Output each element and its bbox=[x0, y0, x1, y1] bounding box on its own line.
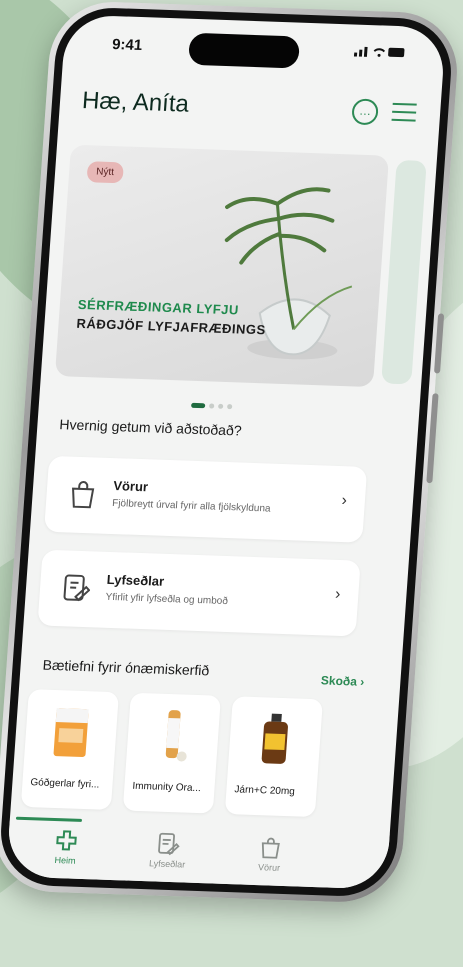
carousel-dots bbox=[190, 395, 237, 415]
product-image bbox=[53, 708, 89, 757]
carousel-dot[interactable] bbox=[217, 403, 224, 409]
product-card[interactable]: Góðgerlar fyri... bbox=[20, 689, 119, 810]
products-card-subtitle: Fjölbreytt úrval fyrir alla fjölskylduna bbox=[111, 498, 271, 515]
product-card[interactable]: Immunity Ora... bbox=[122, 692, 221, 814]
prescription-icon bbox=[158, 832, 180, 856]
greeting-title: Hæ, Aníta bbox=[81, 87, 190, 118]
prescriptions-card[interactable]: Lyfseðlar Yfirlit yfir lyfseðla og umboð… bbox=[37, 549, 361, 637]
hero-headline-dark: RÁÐGJÖF LYFJAFRÆÐINGS bbox=[76, 315, 267, 338]
prescription-icon bbox=[63, 574, 91, 602]
product-name: Góðgerlar fyri... bbox=[30, 777, 100, 791]
shopping-bag-icon bbox=[72, 481, 95, 509]
tab-prescriptions[interactable]: Lyfseðlar bbox=[127, 831, 210, 871]
see-all-link[interactable]: Skoða › bbox=[320, 673, 364, 688]
see-all-label: Skoða bbox=[320, 673, 358, 689]
products-card[interactable]: Vörur Fjölbreytt úrval fyrir alla fjölsk… bbox=[44, 455, 368, 543]
next-banner-peek[interactable] bbox=[381, 159, 427, 385]
tab-home[interactable]: Heim bbox=[25, 827, 108, 867]
product-image bbox=[165, 710, 187, 762]
dynamic-island bbox=[187, 32, 301, 69]
app-screen: 9:41 Hæ, Aníta … Nýtt SÉRFRÆÐINGAR LYFJU… bbox=[5, 14, 447, 890]
tab-products-label: Vörur bbox=[257, 862, 281, 873]
chevron-right-icon: › bbox=[340, 492, 348, 510]
hero-banner[interactable]: Nýtt SÉRFRÆÐINGAR LYFJU RÁÐGJÖF LYFJAFRÆ… bbox=[54, 144, 390, 388]
tab-prescriptions-label: Lyfseðlar bbox=[148, 858, 186, 870]
product-name: Immunity Ora... bbox=[132, 780, 202, 795]
plant-image bbox=[224, 187, 353, 360]
chevron-right-icon: › bbox=[334, 585, 341, 603]
chat-icon[interactable]: … bbox=[351, 98, 379, 126]
signal-wifi-battery-icon bbox=[353, 44, 407, 61]
carousel-dot[interactable] bbox=[190, 402, 206, 409]
prescriptions-card-subtitle: Yfirlit yfir lyfseðla og umboð bbox=[105, 591, 229, 608]
product-image bbox=[261, 713, 288, 764]
shopping-bag-icon bbox=[261, 837, 280, 859]
products-card-title: Vörur bbox=[112, 478, 149, 495]
tab-products[interactable]: Vörur bbox=[229, 834, 312, 874]
pharmacy-cross-icon bbox=[56, 830, 77, 851]
prescriptions-card-title: Lyfseðlar bbox=[106, 571, 165, 589]
carousel-dot[interactable] bbox=[226, 404, 233, 410]
carousel-dot[interactable] bbox=[208, 403, 215, 409]
new-badge: Nýtt bbox=[86, 161, 124, 184]
help-section-title: Hvernig getum við aðstoðað? bbox=[58, 416, 243, 439]
status-time: 9:41 bbox=[111, 36, 143, 55]
phone-mockup: 9:41 Hæ, Aníta … Nýtt SÉRFRÆÐINGAR LYFJU… bbox=[0, 0, 462, 905]
product-name: Járn+C 20mg bbox=[234, 784, 296, 798]
tab-home-label: Heim bbox=[54, 855, 76, 866]
products-section-title: Bætiefni fyrir ónæmiskerfið bbox=[42, 656, 210, 679]
menu-icon[interactable] bbox=[391, 102, 417, 128]
product-card[interactable]: Járn+C 20mg bbox=[224, 696, 323, 818]
